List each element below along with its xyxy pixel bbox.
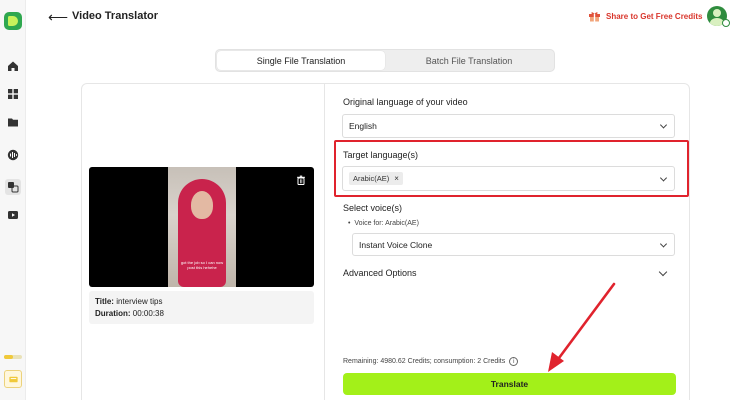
voice-value: Instant Voice Clone <box>359 239 433 250</box>
grid-icon[interactable] <box>5 86 21 102</box>
original-language-label: Original language of your video <box>343 97 468 107</box>
credits-remaining: Remaining: 4980.62 Credits; consumption:… <box>343 357 519 366</box>
credits-progress-bar <box>4 355 22 359</box>
back-arrow-icon[interactable]: ⟵ <box>48 9 68 26</box>
home-icon[interactable] <box>5 58 21 74</box>
trash-icon[interactable] <box>296 175 306 185</box>
tab-single-file[interactable]: Single File Translation <box>217 51 385 70</box>
credits-remaining-text: Remaining: 4980.62 Credits; consumption:… <box>343 358 506 365</box>
share-label: Share to Get Free Credits <box>606 11 703 21</box>
voice-wave-icon[interactable] <box>5 147 21 163</box>
chevron-down-icon <box>659 121 668 129</box>
video-subtitle: got the job so I can now post this heheh… <box>180 260 224 270</box>
voice-select[interactable]: Instant Voice Clone <box>352 233 675 256</box>
panel-divider <box>324 84 325 400</box>
original-language-select[interactable]: English <box>342 114 675 138</box>
video-play-icon[interactable] <box>5 207 21 223</box>
duration-label: Duration: <box>95 309 131 318</box>
page-title: Video Translator <box>72 10 158 22</box>
video-meta: Title: interview tips Duration: 00:00:38 <box>89 291 314 324</box>
video-preview[interactable]: got the job so I can now post this heheh… <box>89 167 314 287</box>
info-icon[interactable]: i <box>509 357 519 366</box>
annotation-highlight-box <box>334 140 689 197</box>
translate-button[interactable]: Translate <box>343 373 676 395</box>
original-language-value: English <box>349 121 377 131</box>
voice-for-label: • Voice for: Arabic(AE) <box>348 220 419 227</box>
app-logo[interactable] <box>4 12 22 30</box>
video-duration-value: 00:00:38 <box>132 309 164 318</box>
advanced-options-toggle[interactable]: Advanced Options <box>343 268 417 278</box>
translation-mode-tabs: Single File Translation Batch File Trans… <box>215 49 555 72</box>
video-title-value: interview tips <box>116 297 163 306</box>
promo-ticket-icon[interactable] <box>4 370 22 388</box>
video-duration-row: Duration: 00:00:38 <box>95 308 308 320</box>
share-credits-link[interactable]: Share to Get Free Credits <box>588 10 702 22</box>
folder-icon[interactable] <box>5 114 21 130</box>
video-title-row: Title: interview tips <box>95 296 308 308</box>
title-label: Title: <box>95 297 114 306</box>
select-voice-label: Select voice(s) <box>343 203 403 213</box>
gift-icon <box>588 10 601 22</box>
chevron-down-icon <box>659 239 668 248</box>
translate-icon[interactable] <box>5 179 21 195</box>
avatar-status-badge <box>722 19 730 27</box>
sidebar <box>0 0 26 400</box>
tab-batch-file[interactable]: Batch File Translation <box>385 51 553 70</box>
